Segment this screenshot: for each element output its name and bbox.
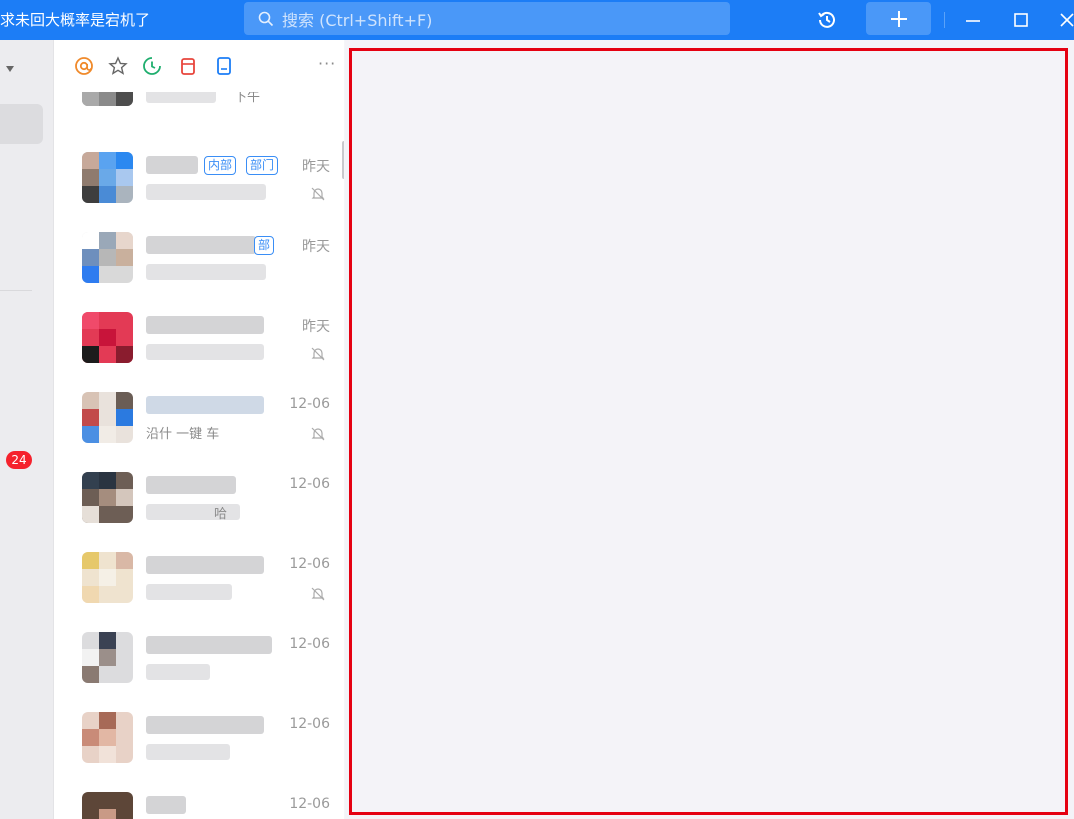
nav-divider [0,290,32,291]
timestamp: 昨天 [302,159,330,175]
history-icon [818,11,835,28]
avatar [82,312,133,363]
timestamp: 12-06 [289,636,330,652]
timestamp: 12-06 [289,716,330,732]
timestamp: 12-06 [289,476,330,492]
chat-row[interactable]: 昨天 [54,292,344,372]
chat-list: 下午 内部 部门 昨天 部 昨天 昨天 12-06 沿什 一键 车 12-06 … [54,40,344,819]
contact-name [146,476,236,494]
contact-name [146,396,264,414]
mute-bell-icon [311,587,325,601]
avatar [82,232,133,283]
mute-bell-icon [311,427,325,441]
calendar-icon[interactable] [178,56,198,76]
maximize-button[interactable] [1006,0,1036,40]
window-title: 求未回大概率是宕机了 [0,11,151,29]
minimize-icon [966,20,980,22]
mute-bell-icon [311,347,325,361]
avatar [82,792,133,819]
minimize-button[interactable] [958,0,988,40]
dropdown-caret-icon[interactable] [6,66,14,72]
avatar [82,392,133,443]
at-mention-icon[interactable] [74,56,94,76]
timestamp: 12-06 [289,796,330,812]
avatar [82,472,133,523]
contact-name [146,236,256,254]
contact-name [146,636,272,654]
chat-row[interactable]: 内部 部门 昨天 [54,132,344,212]
document-icon[interactable] [214,56,234,76]
tag-department: 部门 [246,156,279,175]
clock-icon[interactable] [142,56,162,76]
avatar [82,152,133,203]
unread-badge: 24 [6,451,32,469]
message-preview [146,744,230,760]
history-button[interactable] [808,0,846,40]
chat-row[interactable]: 12-06 [54,692,344,772]
star-icon[interactable] [108,56,128,76]
message-preview [146,184,266,200]
chat-row[interactable]: 部 昨天 [54,212,344,292]
contact-name [146,556,264,574]
contact-name [146,796,186,814]
close-icon [1060,13,1074,27]
search-placeholder: 搜索 (Ctrl+Shift+F) [282,10,433,30]
message-preview [146,344,264,360]
chat-row[interactable]: 12-06 哈 [54,452,344,532]
message-preview [146,264,266,280]
contact-name [146,156,198,174]
avatar [82,712,133,763]
tag-department: 部 [254,236,275,255]
message-text: 哈 [214,507,228,522]
new-button[interactable] [866,2,931,35]
scrollbar[interactable] [342,141,344,179]
message-text: 沿什 一键 车 [146,427,220,442]
toolbar-divider [944,12,945,28]
avatar [82,632,133,683]
message-preview [146,584,232,600]
timestamp: 12-06 [289,396,330,412]
avatar [82,552,133,603]
close-button[interactable] [1052,0,1074,40]
plus-icon [890,10,907,27]
more-options-button[interactable]: ··· [318,54,336,73]
search-input[interactable]: 搜索 (Ctrl+Shift+F) [244,2,730,35]
chat-row[interactable]: 12-06 沿什 一键 车 [54,372,344,452]
timestamp: 12-06 [289,556,330,572]
tag-internal: 内部 [204,156,237,175]
timestamp: 昨天 [302,239,330,255]
message-preview [146,664,210,680]
chat-list-toolbar: ··· [54,40,344,92]
chat-row[interactable]: 12-06 [54,612,344,692]
title-bar: 求未回大概率是宕机了 搜索 (Ctrl+Shift+F) [0,0,1074,40]
contact-name [146,316,264,334]
mute-bell-icon [311,187,325,201]
highlight-frame [349,48,1068,815]
chat-row[interactable]: 12-06 [54,772,344,819]
chat-row[interactable]: 12-06 [54,532,344,612]
nav-item-selected[interactable] [0,104,43,144]
timestamp: 昨天 [302,319,330,335]
contact-name [146,716,264,734]
left-nav: 24 [0,40,54,819]
search-icon [258,11,274,26]
maximize-icon [1014,13,1028,27]
